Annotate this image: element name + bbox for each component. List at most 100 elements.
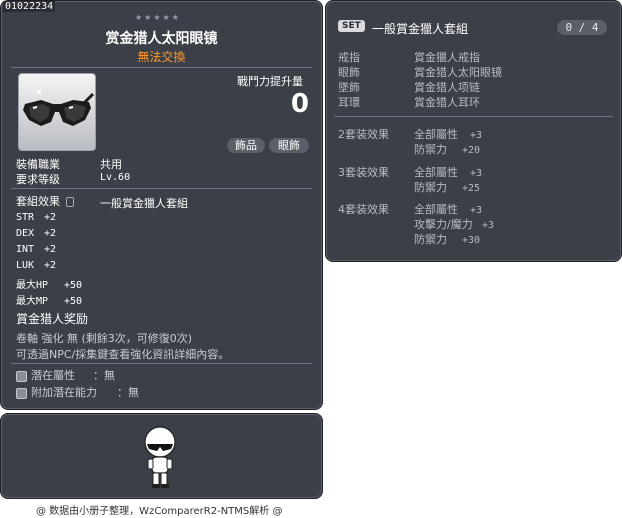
set-part-slot: 戒指 [338,51,360,64]
stat-value: +2 [44,260,57,271]
stat-row: 最大MP +50 [16,292,82,307]
stat-value: +50 [64,296,83,307]
set-effect-line: 防禦力 +25 [414,179,480,195]
bonus-potential-icon [16,387,27,399]
stat-row: DEX +2 [16,228,56,239]
character-preview-icon [144,426,176,488]
star-icon: ★ [144,13,152,22]
item-id: 01022234 [3,1,56,12]
set-effect-line: 全部屬性 +3 [414,126,482,142]
potential-icon [16,370,27,382]
set-part-slot: 墜飾 [338,81,360,94]
scroll-status: 卷軸 強化 無 (剩餘3次，可修復0次) [16,332,193,345]
set-effect-4-label: 4套装效果 [338,203,389,216]
scroll-hint: 可透過NPC/採集鍵查看強化資訊詳細內容。 [16,348,230,361]
stat-label: STR [16,212,35,223]
bonus-potential-label: 附加潛在能力 [31,386,97,399]
bonus-potential-value: 無 [128,386,139,399]
power-label: 戰鬥力提升量 [237,75,303,88]
job-label: 裝備職業 [16,158,60,171]
set-effect-line: 全部屬性 +3 [414,164,482,180]
stat-row: LUK +2 [16,260,56,271]
set-badge: SET [338,20,365,32]
character-preview-panel [0,413,323,499]
reward-label: 賞金猎人奖励 [16,312,89,326]
star-icon: ★ [135,13,143,22]
effect-key: 防禦力 [414,143,447,156]
set-count-badge: 0 / 4 [557,20,607,35]
tag-eye-accessory: 眼飾 [269,138,309,153]
set-effect-line: 全部屬性 +3 [414,201,482,217]
stat-row: INT +2 [16,244,56,255]
lock-icon [65,197,74,207]
level-label: 要求等级 [16,173,60,186]
job-value: 共用 [100,158,122,171]
set-part-row: 眼飾 賞金猎人太阳眼镜 [338,64,502,80]
stat-value: +2 [44,212,57,223]
stat-row: 最大HP +50 [16,276,82,291]
stat-label: INT [16,244,35,255]
tag-label: 眼飾 [278,139,300,152]
stat-label: DEX [16,228,35,239]
effect-value: +3 [482,220,495,231]
star-icon: ★ [171,13,179,22]
tag-label: 飾品 [235,139,257,152]
potential-label: 潛在屬性 [31,369,75,382]
effect-key: 全部屬性 [414,166,458,179]
set-part-name: 賞金猎人耳环 [414,96,480,109]
set-part-row: 戒指 賞金獵人戒指 [338,49,480,65]
divider [11,363,312,364]
set-effect-label: 套組效果 [16,193,74,209]
stat-value: +50 [64,280,83,291]
stat-row: STR +2 [16,212,56,223]
footer-credit: @ 数据由小册子整理，WzComparerR2-NTMS解析 @ [36,506,283,517]
item-tooltip-panel: 01022234 ★ ★ ★ ★ ★ 赏金猎人太阳眼镜 無法交換 戰鬥力提升量 0 飾品… [0,0,323,410]
divider [11,188,312,189]
potential-row: 潛在屬性 ：無 [16,367,115,383]
sunglasses-icon [23,89,95,126]
effect-value: +25 [462,183,481,194]
set-effect-line: 防禦力 +30 [414,231,480,247]
divider [11,67,312,68]
effect-value: +3 [470,130,483,141]
trade-status: 無法交換 [137,50,186,64]
effect-key: 防禦力 [414,181,447,194]
item-name: 赏金猎人太阳眼镜 [105,31,218,47]
stat-label: 最大MP [16,296,49,307]
set-effect-2-label: 2套装效果 [338,128,389,141]
effect-value: +3 [470,168,483,179]
stat-label: 最大HP [16,280,49,291]
item-icon-frame [18,73,96,151]
set-effect-line: 防禦力 +20 [414,141,480,157]
effect-key: 攻擊力/魔力 [414,218,473,231]
divider [334,116,613,117]
effect-key: 全部屬性 [414,128,458,141]
stat-value: +2 [44,244,57,255]
star-rating: ★ ★ ★ ★ ★ [135,10,181,23]
set-part-name: 賞金猎人项链 [414,81,480,94]
stat-value: +2 [44,228,57,239]
effect-value: +3 [470,205,483,216]
effect-key: 全部屬性 [414,203,458,216]
power-value: 0 [290,89,309,119]
level-value: Lv.60 [100,172,131,183]
bonus-potential-row: 附加潛在能力 ：無 [16,384,139,400]
set-effect-value: 一般賞金獵人套組 [100,197,188,210]
effect-key: 防禦力 [414,233,447,246]
set-effect-line: 攻擊力/魔力 +3 [414,216,494,232]
set-title: 一般賞金獵人套組 [372,22,469,36]
set-part-slot: 耳環 [338,96,360,109]
star-icon: ★ [153,13,161,22]
tag-accessory: 飾品 [227,138,265,153]
set-part-name: 賞金猎人太阳眼镜 [414,66,502,79]
set-part-row: 墜飾 賞金猎人项链 [338,79,480,95]
stat-label: LUK [16,260,35,271]
set-effect-3-label: 3套装效果 [338,166,389,179]
potential-value: 無 [104,369,115,382]
set-part-name: 賞金獵人戒指 [414,51,480,64]
set-part-slot: 眼飾 [338,66,360,79]
effect-value: +30 [462,235,481,246]
set-part-row: 耳環 賞金猎人耳环 [338,94,480,110]
set-info-panel: SET 一般賞金獵人套組 0 / 4 戒指 賞金獵人戒指 眼飾 賞金猎人太阳眼镜 墜… [325,0,622,262]
effect-value: +20 [462,145,481,156]
